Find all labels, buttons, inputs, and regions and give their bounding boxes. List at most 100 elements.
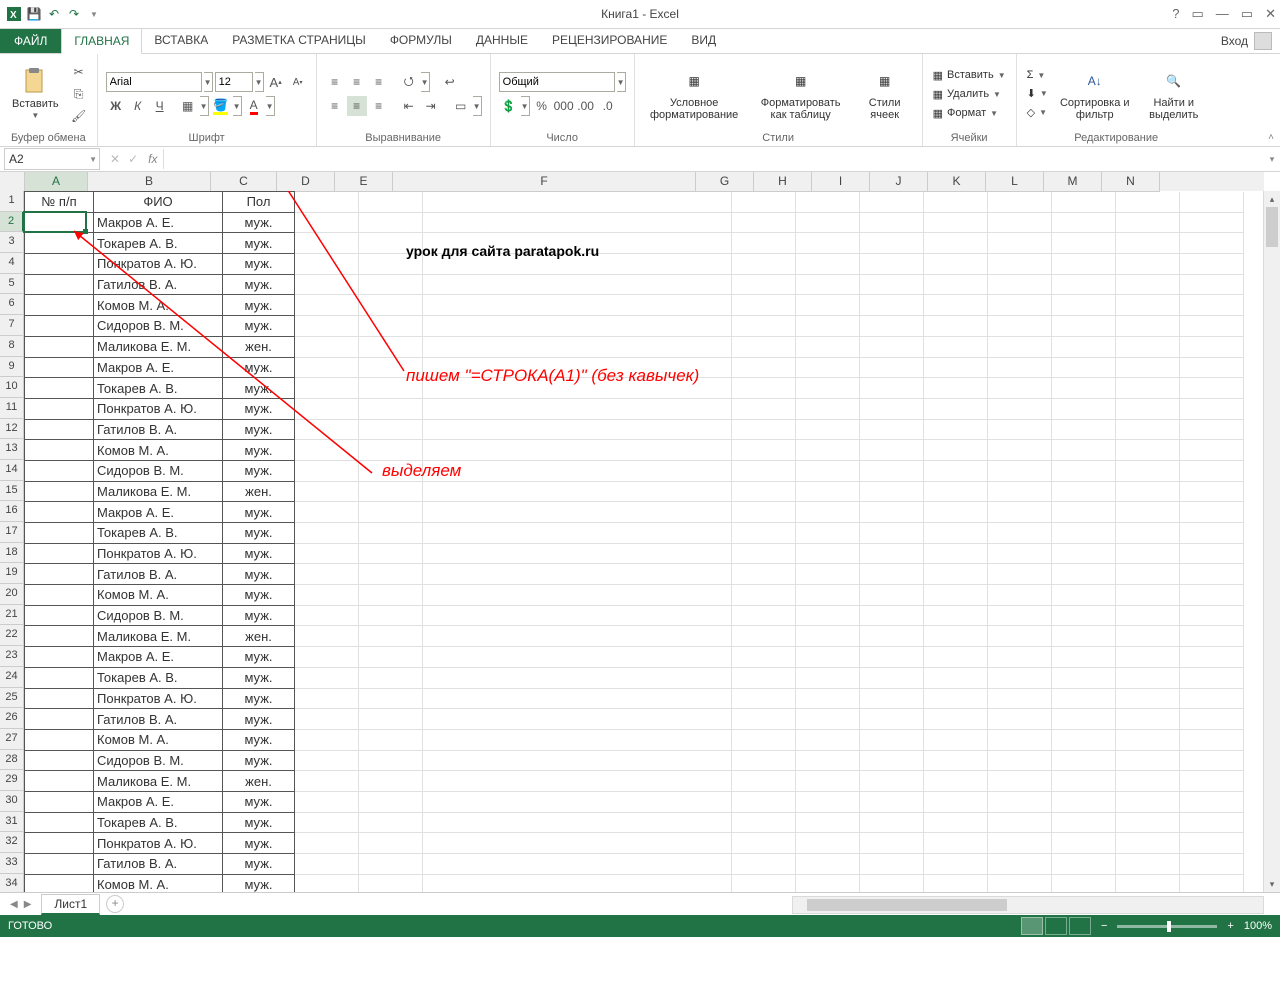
cell-A13[interactable] (25, 440, 94, 461)
cell-I5[interactable] (860, 274, 924, 295)
cell-L29[interactable] (1052, 771, 1116, 792)
cell-J6[interactable] (924, 295, 988, 316)
cell-I4[interactable] (860, 254, 924, 275)
cell-F22[interactable] (423, 626, 732, 647)
cell-G23[interactable] (732, 647, 796, 668)
cell-I25[interactable] (860, 688, 924, 709)
col-header-N[interactable]: N (1102, 172, 1160, 192)
cell-L13[interactable] (1052, 440, 1116, 461)
comma-icon[interactable]: 000 (554, 96, 574, 116)
cell-E23[interactable] (359, 647, 423, 668)
cell-N7[interactable] (1180, 316, 1244, 337)
cell-L2[interactable] (1052, 212, 1116, 233)
tab-формулы[interactable]: ФОРМУЛЫ (378, 28, 464, 52)
cell-C3[interactable]: муж. (223, 233, 295, 254)
cell-B2[interactable]: Макров А. Е. (94, 212, 223, 233)
cell-B4[interactable]: Понкратов А. Ю. (94, 254, 223, 275)
cell-M2[interactable] (1116, 212, 1180, 233)
cell-M23[interactable] (1116, 647, 1180, 668)
cell-N20[interactable] (1180, 585, 1244, 606)
cell-F29[interactable] (423, 771, 732, 792)
cell-F25[interactable] (423, 688, 732, 709)
cell-E24[interactable] (359, 667, 423, 688)
cell-C16[interactable]: муж. (223, 502, 295, 523)
cell-K26[interactable] (988, 709, 1052, 730)
cell-D10[interactable] (295, 378, 359, 399)
undo-icon[interactable]: ↶ (46, 6, 62, 22)
cell-J11[interactable] (924, 398, 988, 419)
cell-K13[interactable] (988, 440, 1052, 461)
cell-G1[interactable] (732, 192, 796, 213)
cell-B9[interactable]: Макров А. Е. (94, 357, 223, 378)
cell-I32[interactable] (860, 833, 924, 854)
cell-J32[interactable] (924, 833, 988, 854)
cell-N30[interactable] (1180, 791, 1244, 812)
cell-F2[interactable] (423, 212, 732, 233)
cell-M9[interactable] (1116, 357, 1180, 378)
cell-G33[interactable] (732, 854, 796, 875)
cell-C19[interactable]: муж. (223, 564, 295, 585)
cell-H17[interactable] (796, 523, 860, 544)
format-table-button[interactable]: ▦Форматировать как таблицу (752, 58, 850, 130)
cell-G20[interactable] (732, 585, 796, 606)
cell-I3[interactable] (860, 233, 924, 254)
cell-G9[interactable] (732, 357, 796, 378)
align-left-icon[interactable]: ≡ (325, 96, 345, 116)
cell-A8[interactable] (25, 336, 94, 357)
zoom-out-icon[interactable]: − (1101, 920, 1107, 932)
cell-E15[interactable] (359, 481, 423, 502)
cell-L18[interactable] (1052, 543, 1116, 564)
cell-F12[interactable] (423, 419, 732, 440)
cell-H26[interactable] (796, 709, 860, 730)
font-color-icon[interactable]: A (244, 96, 264, 116)
sheet-tab-active[interactable]: Лист1 (41, 894, 100, 915)
cell-D27[interactable] (295, 729, 359, 750)
cell-C17[interactable]: муж. (223, 523, 295, 544)
cell-B22[interactable]: Маликова Е. М. (94, 626, 223, 647)
formula-bar[interactable] (163, 149, 1264, 169)
cell-G19[interactable] (732, 564, 796, 585)
cell-N12[interactable] (1180, 419, 1244, 440)
scroll-up-icon[interactable]: ▴ (1264, 191, 1280, 207)
cell-H2[interactable] (796, 212, 860, 233)
cell-G29[interactable] (732, 771, 796, 792)
cell-F15[interactable] (423, 481, 732, 502)
cell-D21[interactable] (295, 605, 359, 626)
cell-B20[interactable]: Комов М. А. (94, 585, 223, 606)
cell-K14[interactable] (988, 460, 1052, 481)
cell-E18[interactable] (359, 543, 423, 564)
cell-C20[interactable]: муж. (223, 585, 295, 606)
align-middle-icon[interactable]: ≡ (347, 72, 367, 92)
cell-H32[interactable] (796, 833, 860, 854)
cell-L21[interactable] (1052, 605, 1116, 626)
cell-C33[interactable]: муж. (223, 854, 295, 875)
cell-C30[interactable]: муж. (223, 791, 295, 812)
cell-L9[interactable] (1052, 357, 1116, 378)
row-header-28[interactable]: 28 (0, 750, 24, 771)
cell-M5[interactable] (1116, 274, 1180, 295)
col-header-L[interactable]: L (986, 172, 1044, 192)
cell-N29[interactable] (1180, 771, 1244, 792)
cell-D24[interactable] (295, 667, 359, 688)
cell-I28[interactable] (860, 750, 924, 771)
col-header-M[interactable]: M (1044, 172, 1102, 192)
close-icon[interactable]: ✕ (1265, 6, 1276, 22)
cell-M25[interactable] (1116, 688, 1180, 709)
cell-G12[interactable] (732, 419, 796, 440)
cell-B31[interactable]: Токарев А. В. (94, 812, 223, 833)
row-header-16[interactable]: 16 (0, 501, 24, 522)
accounting-icon[interactable]: 💲 (499, 96, 519, 116)
cell-A24[interactable] (25, 667, 94, 688)
cell-H13[interactable] (796, 440, 860, 461)
cell-D11[interactable] (295, 398, 359, 419)
cell-N33[interactable] (1180, 854, 1244, 875)
cell-N22[interactable] (1180, 626, 1244, 647)
cell-I24[interactable] (860, 667, 924, 688)
cell-J4[interactable] (924, 254, 988, 275)
cell-N21[interactable] (1180, 605, 1244, 626)
tab-разметка страницы[interactable]: РАЗМЕТКА СТРАНИЦЫ (220, 28, 378, 52)
font-size-input[interactable] (215, 72, 253, 92)
cell-C31[interactable]: муж. (223, 812, 295, 833)
cell-L1[interactable] (1052, 192, 1116, 213)
align-bottom-icon[interactable]: ≡ (369, 72, 389, 92)
